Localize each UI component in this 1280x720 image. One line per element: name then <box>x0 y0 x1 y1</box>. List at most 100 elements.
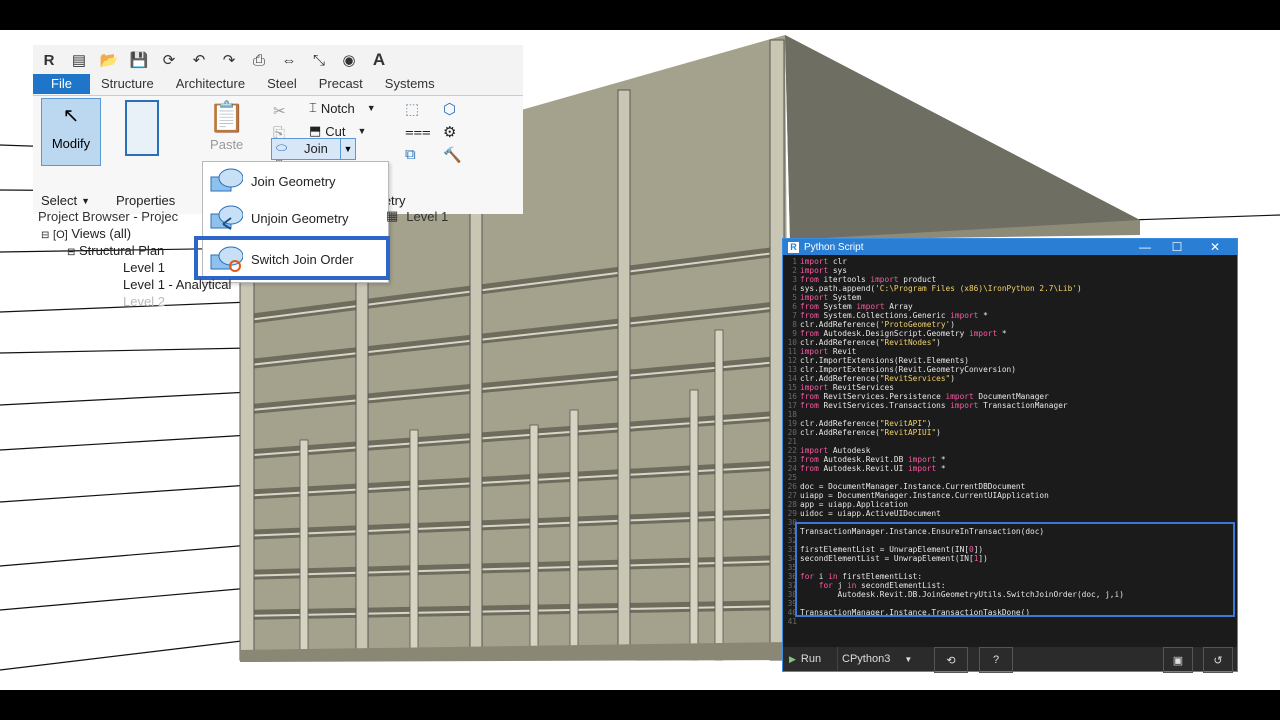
tab-precast[interactable]: Precast <box>308 74 374 94</box>
structural-plans-label: Structural Plan <box>79 243 165 258</box>
string-token: "RevitAPIUI" <box>879 428 937 437</box>
floor-plan-icon: ▦ <box>386 208 399 223</box>
tree-level-1[interactable]: Level 1 <box>123 260 165 275</box>
string-token: 'C:\Program Files (x86)\IronPython 2.7\L… <box>875 284 1077 293</box>
line-number: 24 <box>787 464 797 473</box>
help-icon[interactable]: ? <box>979 647 1013 673</box>
keyword-token: from <box>800 302 819 311</box>
code-line: 5 import System <box>783 293 1237 302</box>
code-text: from RevitServices.Persistence import Do… <box>800 392 1049 401</box>
undo-icon[interactable]: ↶ <box>189 50 209 70</box>
tree-structural-plans[interactable]: ⊟ Structural Plan <box>67 243 164 258</box>
tree-views[interactable]: ⊟ [O] Views (all) <box>41 226 131 241</box>
code-token: System <box>818 302 857 311</box>
cut-scissors-icon[interactable]: ✂ <box>273 102 286 120</box>
join-dropdown-chevron-icon[interactable]: ▼ <box>340 139 355 159</box>
line-number: 1 <box>792 257 797 266</box>
code-token: ) <box>1076 284 1082 293</box>
code-text: from Autodesk.Revit.DB import * <box>800 455 946 464</box>
cursor-arrow-icon: ↖ <box>62 105 80 127</box>
reset-icon[interactable]: ⟲ <box>934 647 968 673</box>
code-line: 28 app = uiapp.Application <box>783 500 1237 509</box>
code-token: RevitServices <box>828 383 894 392</box>
dimension-icon[interactable]: ⤡ <box>309 50 329 70</box>
code-token: TransactionManager <box>978 401 1068 410</box>
keyword-token: import <box>950 311 979 320</box>
revert-icon[interactable]: ↺ <box>1203 647 1233 673</box>
modify-button[interactable]: ↖ Modify <box>41 98 101 166</box>
align-icon[interactable]: ⧉ <box>405 146 416 163</box>
code-text: import RevitServices <box>800 383 894 392</box>
line-number: 28 <box>787 500 797 509</box>
line-number: 29 <box>787 509 797 518</box>
maximize-icon[interactable]: ☐ <box>1167 239 1187 255</box>
notch-label: Notch <box>320 100 355 116</box>
split-face-icon[interactable]: ⬡ <box>443 100 456 118</box>
tab-systems[interactable]: Systems <box>374 74 446 94</box>
minimize-icon[interactable]: — <box>1135 239 1155 255</box>
save-icon[interactable]: 💾 <box>129 50 149 70</box>
tab-architecture[interactable]: Architecture <box>165 74 256 94</box>
tab-structure[interactable]: Structure <box>90 74 165 94</box>
demolish-icon[interactable]: ⚙ <box>443 123 456 141</box>
code-token: clr.AddReference( <box>800 374 880 383</box>
code-text: import Revit <box>800 347 856 356</box>
properties-button[interactable] <box>125 100 159 156</box>
collapse-icon: ⊟ <box>67 247 76 258</box>
project-browser: Project Browser - Projec ⊟ [O] Views (al… <box>33 177 443 309</box>
quick-access-toolbar: R ▤ 📂 💾 ⟳ ↶ ↷ ⎙ ⇔ ⤡ ◉ A <box>33 45 523 75</box>
code-text: from RevitServices.Transactions import T… <box>800 401 1068 410</box>
hammer-icon[interactable]: 🔨 <box>443 146 462 164</box>
save-icon[interactable]: ▣ <box>1163 647 1193 673</box>
join-button[interactable]: ⬭ Join ▼ <box>271 138 356 160</box>
code-text: uiapp = DocumentManager.Instance.Current… <box>800 491 1049 500</box>
tab-file[interactable]: File <box>33 74 90 94</box>
keyword-token: import <box>856 302 885 311</box>
paste-button[interactable]: 📋 Paste <box>208 100 245 152</box>
code-token: Autodesk.Revit.UI <box>818 464 908 473</box>
keyword-token: import <box>969 329 998 338</box>
keyword-token: import <box>800 257 829 266</box>
notch-button[interactable]: ⌶ Notch ▼ <box>309 100 376 116</box>
beam-join-icon[interactable]: ⩶ <box>405 123 431 140</box>
tree-level-2[interactable]: Level 2 <box>123 294 165 309</box>
code-token: doc = DocumentManager.Instance.CurrentDB… <box>800 482 1026 491</box>
code-line: 20 clr.AddReference("RevitAPIUI") <box>783 428 1237 437</box>
tag-icon[interactable]: ◉ <box>339 50 359 70</box>
project-browser-title: Project Browser - Projec <box>38 209 179 224</box>
tab-steel[interactable]: Steel <box>256 74 308 94</box>
open-icon[interactable]: 📂 <box>99 50 119 70</box>
revit-logo-icon[interactable]: R <box>39 50 59 70</box>
wall-joins-icon[interactable]: ⬚ <box>405 100 419 118</box>
line-number: 15 <box>787 383 797 392</box>
run-button[interactable]: ▶ Run <box>789 647 821 671</box>
code-token: uiapp = DocumentManager.Instance.Current… <box>800 491 1049 500</box>
line-number: 4 <box>792 284 797 293</box>
view-tab-level-1[interactable]: ▦ Level 1 <box>386 208 448 224</box>
line-number: 9 <box>792 329 797 338</box>
print-icon[interactable]: ⎙ <box>249 50 269 70</box>
line-number: 7 <box>792 311 797 320</box>
code-token: product <box>898 275 937 284</box>
code-token: sys <box>828 266 847 275</box>
revit-canvas: R ▤ 📂 💾 ⟳ ↶ ↷ ⎙ ⇔ ⤡ ◉ A File Structure A… <box>0 30 1280 690</box>
code-token: Revit <box>828 347 857 356</box>
sync-icon[interactable]: ⟳ <box>159 50 179 70</box>
line-number: 10 <box>787 338 797 347</box>
python-window-footer: ▶ Run CPython3 ▼ ⟲ ? ▣ ↺ <box>783 647 1237 673</box>
engine-select[interactable]: CPython3 ▼ <box>837 647 929 671</box>
code-token: Array <box>884 302 913 311</box>
properties-small-icon[interactable]: ▤ <box>69 50 89 70</box>
keyword-token: import <box>800 446 829 455</box>
code-line: 6 from System import Array <box>783 302 1237 311</box>
redo-icon[interactable]: ↷ <box>219 50 239 70</box>
code-token: ) <box>936 428 941 437</box>
text-icon[interactable]: A <box>369 50 389 70</box>
tree-level-1-analytical[interactable]: Level 1 - Analytical <box>123 277 231 292</box>
cut-geometry-button[interactable]: ⬒ Cut ▼ <box>309 123 366 139</box>
code-line: 12 clr.ImportExtensions(Revit.Elements) <box>783 356 1237 365</box>
measure-icon[interactable]: ⇔ <box>279 50 299 70</box>
close-icon[interactable]: ✕ <box>1205 239 1225 255</box>
play-icon: ▶ <box>789 653 796 664</box>
code-line: 19 clr.AddReference("RevitAPI") <box>783 419 1237 428</box>
